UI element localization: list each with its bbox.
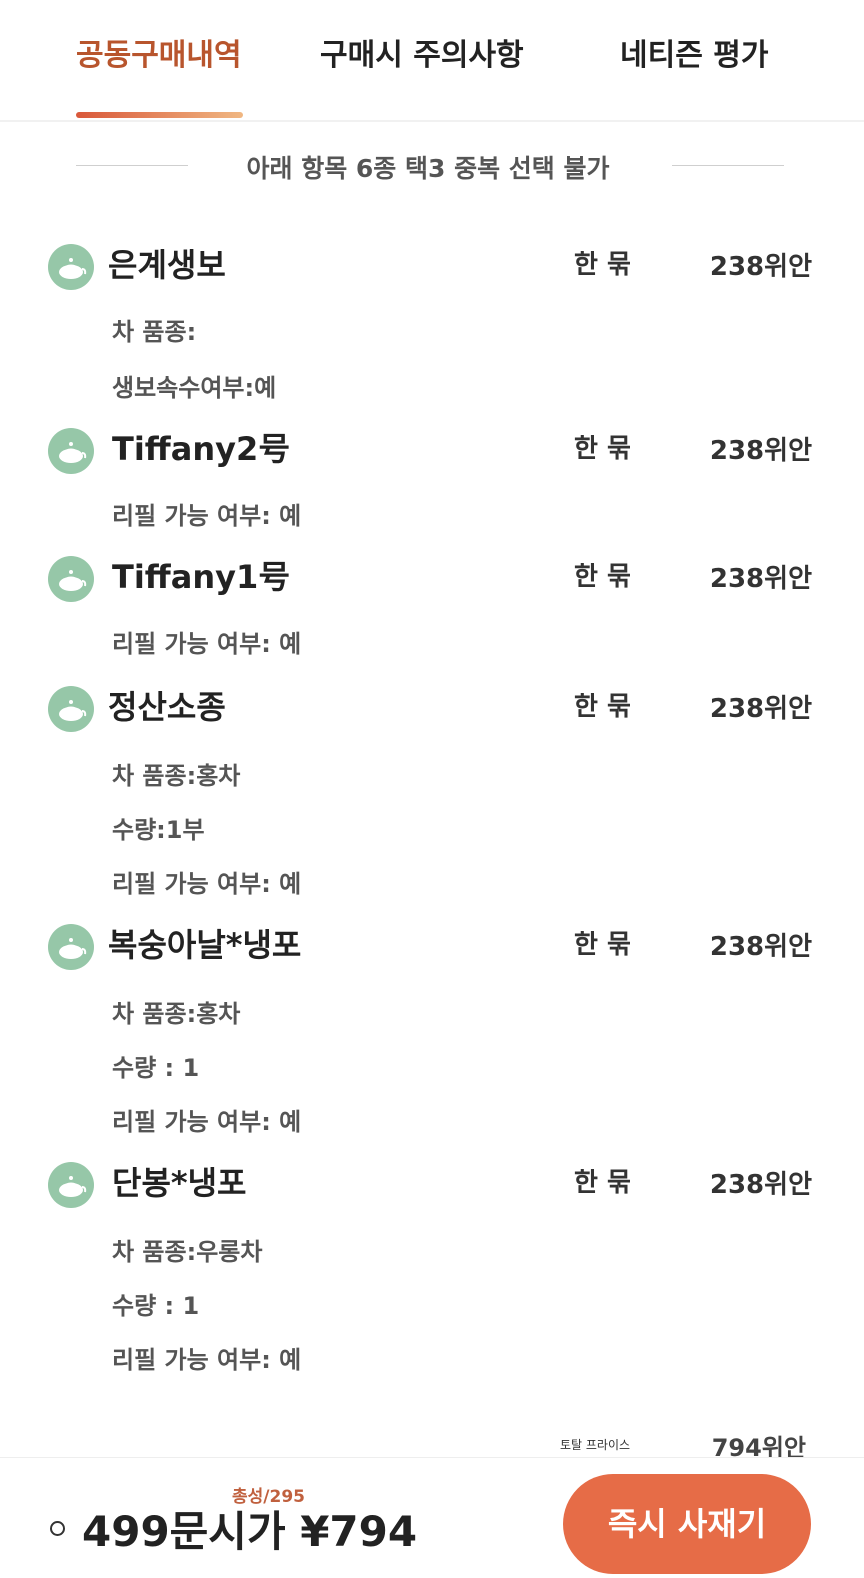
- item-detail: 생보속수여부:예: [112, 374, 277, 402]
- item-detail: 리필 가능 여부: 예: [112, 1346, 302, 1374]
- item-price: 238위안: [709, 1170, 812, 1200]
- item-detail: 수량 : 1: [112, 1054, 200, 1082]
- item-detail: 차 품종:홍차: [112, 762, 241, 790]
- total-price-label: 토탈 프라이스: [560, 1438, 631, 1452]
- item-price: 238위안: [709, 436, 812, 466]
- item-name: Tiffany1号: [112, 558, 291, 596]
- item-detail: 수량:1부: [112, 816, 205, 844]
- teapot-icon: [48, 686, 94, 732]
- item-detail: 리필 가능 여부: 예: [112, 870, 302, 898]
- item-unit: 한 묶: [574, 692, 631, 722]
- item-detail: 리필 가능 여부: 예: [112, 502, 302, 530]
- buy-now-button[interactable]: 즉시 사재기: [563, 1474, 811, 1574]
- item-detail: 리필 가능 여부: 예: [112, 630, 302, 658]
- item-detail: 차 품종:우롱차: [112, 1238, 263, 1266]
- teapot-icon: [48, 428, 94, 474]
- item-name: Tiffany2号: [112, 430, 291, 468]
- tab-group-purchase[interactable]: 공동구매내역: [76, 30, 242, 74]
- item-price: 238위안: [709, 252, 812, 282]
- item-unit: 한 묶: [574, 434, 631, 464]
- total-price-row: 토탈 프라이스 794위안: [0, 1428, 864, 1462]
- item-name: 은계생보: [108, 246, 226, 284]
- item-price: 238위안: [709, 694, 812, 724]
- active-tab-indicator: [76, 112, 243, 118]
- group-price: 499문시가 ¥794: [82, 1507, 418, 1556]
- teapot-icon: [48, 924, 94, 970]
- selection-notice: 아래 항목 6종 택3 중복 선택 불가: [0, 145, 864, 190]
- item-unit: 한 묶: [574, 562, 631, 592]
- divider-left: [76, 165, 188, 166]
- item-price: 238위안: [709, 564, 812, 594]
- item-name: 단봉*냉포: [112, 1164, 247, 1202]
- item-name: 복숭아날*냉포: [108, 926, 302, 964]
- item-price: 238위안: [709, 932, 812, 962]
- divider-right: [672, 165, 784, 166]
- teapot-icon: [48, 556, 94, 602]
- item-name: 정산소종: [108, 688, 226, 726]
- item-unit: 한 묶: [574, 1168, 631, 1198]
- item-detail: 차 품종:: [112, 318, 197, 346]
- tab-reviews[interactable]: 네티즌 평가: [620, 30, 768, 74]
- item-detail: 리필 가능 여부: 예: [112, 1108, 302, 1136]
- item-unit: 한 묶: [574, 930, 631, 960]
- teapot-icon: [48, 244, 94, 290]
- bottom-bar: 총성/295 499문시가 ¥794 즉시 사재기: [0, 1457, 864, 1578]
- radio-icon[interactable]: [50, 1521, 65, 1536]
- item-unit: 한 묶: [574, 250, 631, 280]
- tab-bar: 공동구매내역 구매시 주의사항 네티즌 평가: [0, 0, 864, 122]
- teapot-icon: [48, 1162, 94, 1208]
- notice-text: 아래 항목 6종 택3 중복 선택 불가: [246, 154, 610, 183]
- tab-purchase-notes[interactable]: 구매시 주의사항: [320, 30, 524, 74]
- item-detail: 차 품종:홍차: [112, 1000, 241, 1028]
- item-detail: 수량 : 1: [112, 1292, 200, 1320]
